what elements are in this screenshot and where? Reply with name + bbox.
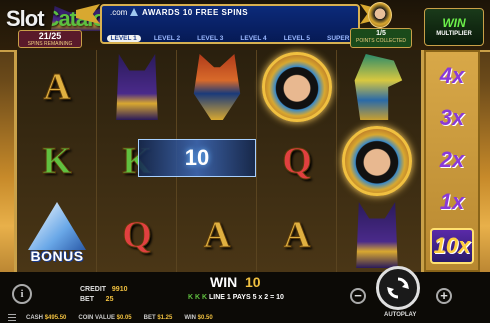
control-panel: i CREDIT 9910 BET 25 WIN 10 K K K LINE 1… [0,266,490,323]
reel-cell: BONUS [17,198,97,272]
symbol-q: Q [282,140,313,183]
symbol-k: K [42,140,73,183]
game-scene: SlotCatalog 21/25 SPINS REMAINING .com A… [0,0,490,323]
symbol-a: A [283,214,311,257]
symbol-a: A [203,214,231,257]
multiplier-3x: 3x [439,105,465,130]
reel-cell [257,50,337,124]
points-label: POINTS COLLECTED [355,38,406,44]
level-2: LEVEL 2 [153,34,181,42]
multiplier-2x: 2x [439,147,465,172]
win-display: WIN 10 [210,274,261,290]
symbol-a: A [43,66,71,109]
points-count: 1/5 [376,30,386,37]
win-multiplier-word: WIN [442,16,466,30]
reel-cell [337,50,417,124]
win-multiplier-badge: WIN MULTIPLIER [424,8,484,46]
reel-cell [337,198,417,272]
spin-button[interactable] [376,266,420,310]
reel-cell: A [257,198,337,272]
reel-cell: A [17,50,97,124]
banner-message: AWARDS 10 FREE SPINS [142,8,249,17]
cash-readout: CASH $495.50 [26,315,67,321]
level-track: LEVEL 1 LEVEL 2 LEVEL 3 LEVEL 4 LEVEL 5 … [102,32,358,44]
reel-4: Q A [257,50,337,272]
game-header: SlotCatalog 21/25 SPINS REMAINING .com A… [0,0,490,52]
level-3: LEVEL 3 [197,34,224,42]
reel-cell: A [177,198,257,272]
reel-1: A K BONUS [17,50,97,272]
bet-display: BET 25 [80,296,114,303]
banner-prefix: .com [110,8,128,17]
level-5: LEVEL 5 [283,34,310,42]
reel-cell: K [17,124,97,198]
win-usd-readout: WIN $0.50 [184,315,213,321]
reel-5 [337,50,417,272]
info-button[interactable]: i [12,284,32,304]
line-win-value: 10 [184,145,210,170]
multiplier-1x: 1x [439,189,465,214]
falcon-symbol-icon [354,54,403,120]
pyramid-icon [28,202,86,250]
cleopatra-symbol-icon [342,126,412,196]
line-pay-text: K K K LINE 1 PAYS 5 x 2 = 10 [188,294,284,301]
reel-cell: Q [257,124,337,198]
level-1: LEVEL 1 [106,34,141,42]
bet-usd-readout: BET $1.25 [143,315,173,321]
level-4: LEVEL 4 [240,34,267,42]
symbol-q: Q [122,214,153,257]
feature-banner: .com AWARDS 10 FREE SPINS LEVEL 1 LEVEL … [100,4,360,44]
bonus-label: BONUS [30,248,84,264]
line-win-overlay: 10 [138,139,256,177]
cat-symbol-icon [116,54,158,120]
spins-remaining-box: 21/25 SPINS REMAINING [18,30,82,48]
reel-cell [97,50,177,124]
multiplier-column: 4x 3x 2x 1x 10x [424,50,480,272]
cleopatra-mini-icon [368,2,392,28]
status-row: CASH $495.50 COIN VALUE $0.05 BET $1.25 … [0,313,380,323]
reel-cell [337,124,417,198]
spins-label: SPINS REMAINING [27,41,73,47]
multiplier-10x: 10x [430,228,474,264]
level-super: SUPER [327,34,350,42]
anubis-symbol-icon [193,54,241,120]
reel-cell: Q [97,198,177,272]
multiplier-4x: 4x [439,63,465,88]
spins-count: 21/25 [38,31,62,41]
win-multiplier-label: MULTIPLIER [436,31,472,37]
pyramid-icon [130,8,138,16]
bonus-symbol: BONUS [20,200,94,270]
coin-value-readout: COIN VALUE $0.05 [78,315,132,321]
points-collected-box: 1/5 POINTS COLLECTED [350,28,412,48]
cleopatra-symbol-icon [262,52,332,122]
credit-display: CREDIT 9910 [80,286,128,293]
bet-decrease-button[interactable]: − [350,288,366,304]
autoplay-button[interactable]: AUTOPLAY [384,312,416,318]
spin-arrows-icon [387,277,409,299]
bet-increase-button[interactable]: + [436,288,452,304]
cat-symbol-icon [356,202,398,268]
reel-cell [177,50,257,124]
